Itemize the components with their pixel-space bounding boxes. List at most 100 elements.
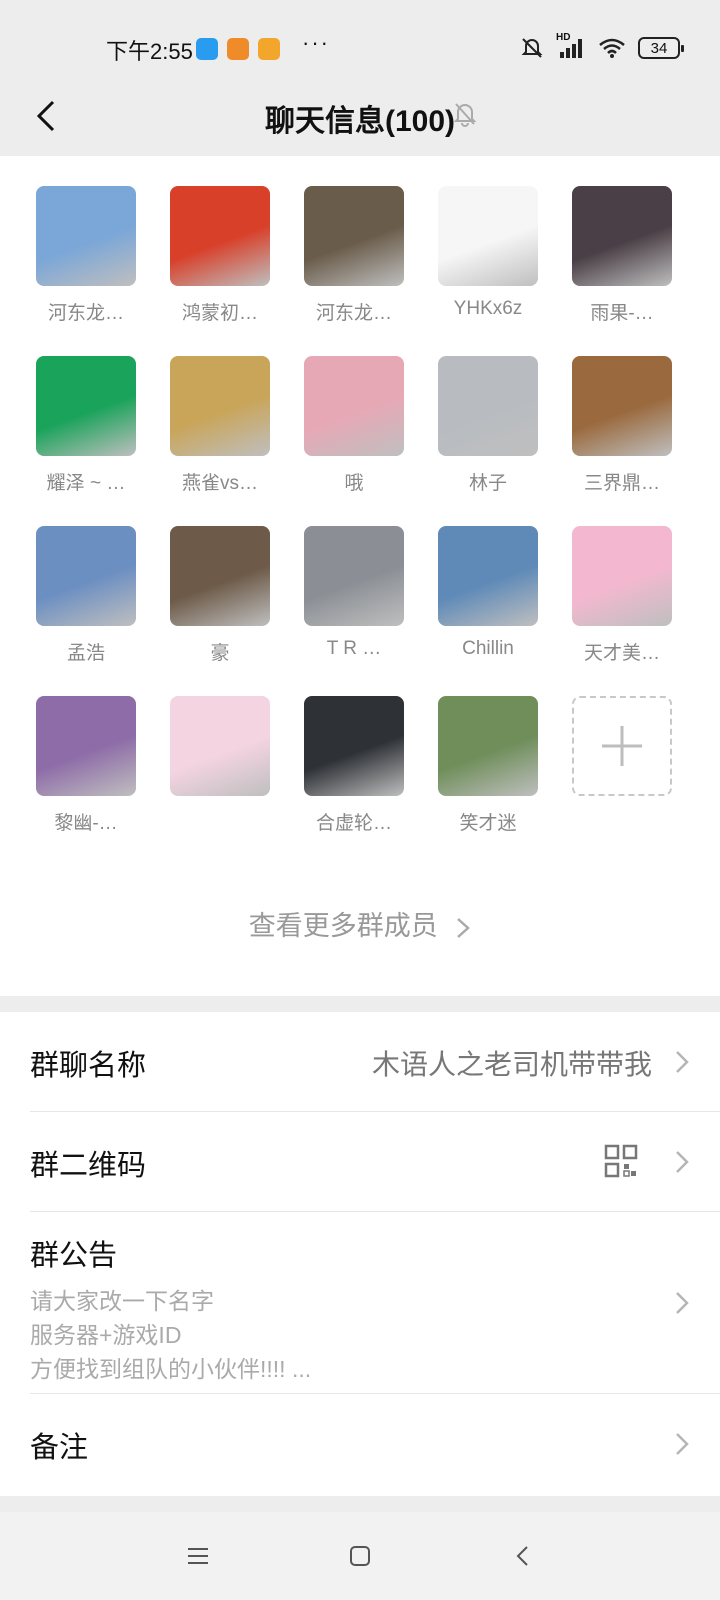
member-name: 合虚轮… (315, 813, 392, 834)
menu-icon (188, 1548, 208, 1564)
group-name-row[interactable]: 群聊名称 木语人之老司机带带我 (0, 1012, 720, 1112)
member-name: YHKx6z (453, 298, 523, 319)
add-member-button[interactable] (560, 696, 684, 796)
plus-icon (602, 726, 642, 766)
avatar[interactable] (304, 526, 404, 626)
member-name: 雨果-… (590, 303, 654, 324)
remark-row[interactable]: 备注 (0, 1394, 720, 1494)
group-notice-label: 群公告 (30, 1240, 118, 1272)
remark-label: 备注 (30, 1432, 89, 1464)
member-item[interactable]: 河东龙… (24, 186, 148, 325)
page-title: 聊天信息(100) (264, 105, 456, 138)
avatar[interactable] (170, 186, 270, 286)
avatar[interactable] (36, 186, 136, 286)
member-item[interactable] (158, 696, 282, 808)
member-name: 河东龙… (47, 303, 124, 324)
notice-line: 方便找到组队的小伙伴!!!! ... (30, 1356, 312, 1382)
member-item[interactable]: T R … (292, 526, 416, 660)
qr-code-icon (604, 1144, 638, 1178)
member-item[interactable]: 哦 (292, 356, 416, 495)
member-item[interactable]: 合虚轮… (292, 696, 416, 835)
home-icon (350, 1546, 370, 1566)
avatar[interactable] (438, 526, 538, 626)
chevron-right-icon (676, 1292, 689, 1314)
back-icon (516, 1546, 528, 1566)
member-name: 耀泽 ~ … (46, 473, 126, 494)
avatar[interactable] (438, 186, 538, 286)
group-notice-row[interactable]: 群公告 请大家改一下名字 服务器+游戏ID 方便找到组队的小伙伴!!!! ... (0, 1212, 720, 1394)
member-item[interactable]: Chillin (426, 526, 550, 660)
member-item[interactable]: YHKx6z (426, 186, 550, 320)
system-back-button[interactable] (502, 1538, 542, 1574)
member-item[interactable]: 豪 (158, 526, 282, 665)
member-item[interactable]: 笑才迷 (426, 696, 550, 835)
member-name: 三界鼎… (583, 473, 660, 494)
app-notification-icon (196, 38, 218, 60)
battery-icon: 34 (638, 37, 684, 59)
avatar[interactable] (36, 356, 136, 456)
app-notification-icon (227, 38, 249, 60)
member-name: 河东龙… (315, 303, 392, 324)
notice-line: 请大家改一下名字 (30, 1288, 214, 1314)
member-item[interactable]: 林子 (426, 356, 550, 495)
member-name: T R … (326, 638, 382, 659)
status-more-icon: ··· (302, 30, 330, 55)
chevron-right-icon (676, 1051, 689, 1073)
member-name: Chillin (462, 638, 514, 659)
recent-apps-button[interactable] (178, 1538, 218, 1574)
group-qr-row[interactable]: 群二维码 (0, 1112, 720, 1212)
system-nav-bar (0, 1512, 720, 1600)
avatar[interactable] (572, 356, 672, 456)
member-name: 鸿蒙初… (181, 303, 258, 324)
member-item[interactable]: 三界鼎… (560, 356, 684, 495)
chevron-right-icon (676, 1433, 689, 1455)
battery-level: 34 (650, 39, 668, 57)
avatar[interactable] (170, 526, 270, 626)
app-notification-icon (258, 38, 280, 60)
member-item[interactable]: 燕雀vs… (158, 356, 282, 495)
member-item[interactable]: 雨果-… (560, 186, 684, 325)
member-name: 笑才迷 (459, 813, 517, 834)
header: 聊天信息(100) (0, 76, 720, 156)
more-members-link[interactable]: 查看更多群成员 (0, 904, 720, 943)
avatar[interactable] (572, 186, 672, 286)
member-name: 林子 (468, 473, 507, 494)
avatar[interactable] (304, 696, 404, 796)
member-item[interactable]: 孟浩 (24, 526, 148, 665)
chevron-right-icon (457, 917, 471, 938)
more-members-label: 查看更多群成员 (248, 911, 438, 941)
group-name-value: 木语人之老司机带带我 (371, 1049, 652, 1080)
chevron-right-icon (676, 1151, 689, 1173)
add-member-box[interactable] (572, 696, 672, 796)
bell-muted-icon (453, 103, 477, 127)
member-name: 哦 (344, 473, 364, 494)
member-item[interactable]: 天才美… (560, 526, 684, 665)
avatar[interactable] (438, 696, 538, 796)
notice-line: 服务器+游戏ID (30, 1322, 182, 1348)
avatar[interactable] (170, 696, 270, 796)
members-card: 河东龙… 鸿蒙初… 河东龙… YHKx6z 雨果-… 耀泽 ~ … 燕雀vs… 哦 林子 三界鼎…… (0, 156, 720, 996)
avatar[interactable] (36, 526, 136, 626)
home-button[interactable] (340, 1538, 380, 1574)
avatar[interactable] (438, 356, 538, 456)
avatar[interactable] (170, 356, 270, 456)
member-name: 孟浩 (66, 643, 105, 664)
avatar[interactable] (304, 186, 404, 286)
wifi-icon (599, 38, 625, 58)
status-time: 下午2:55 (106, 39, 193, 64)
status-indicators: HD 34 (520, 32, 684, 60)
member-item[interactable]: 河东龙… (292, 186, 416, 325)
avatar[interactable] (36, 696, 136, 796)
group-qr-label: 群二维码 (30, 1150, 147, 1182)
member-item[interactable]: 耀泽 ~ … (24, 356, 148, 495)
section-gap (0, 1496, 720, 1512)
signal-icon: HD (556, 32, 586, 60)
avatar[interactable] (572, 526, 672, 626)
bell-muted-icon (521, 38, 543, 58)
member-item[interactable]: 鸿蒙初… (158, 186, 282, 325)
member-name: 天才美… (583, 643, 660, 664)
member-name: 豪 (210, 643, 230, 664)
member-item[interactable]: 黎幽-… (24, 696, 148, 835)
avatar[interactable] (304, 356, 404, 456)
member-name: 黎幽-… (54, 813, 118, 834)
